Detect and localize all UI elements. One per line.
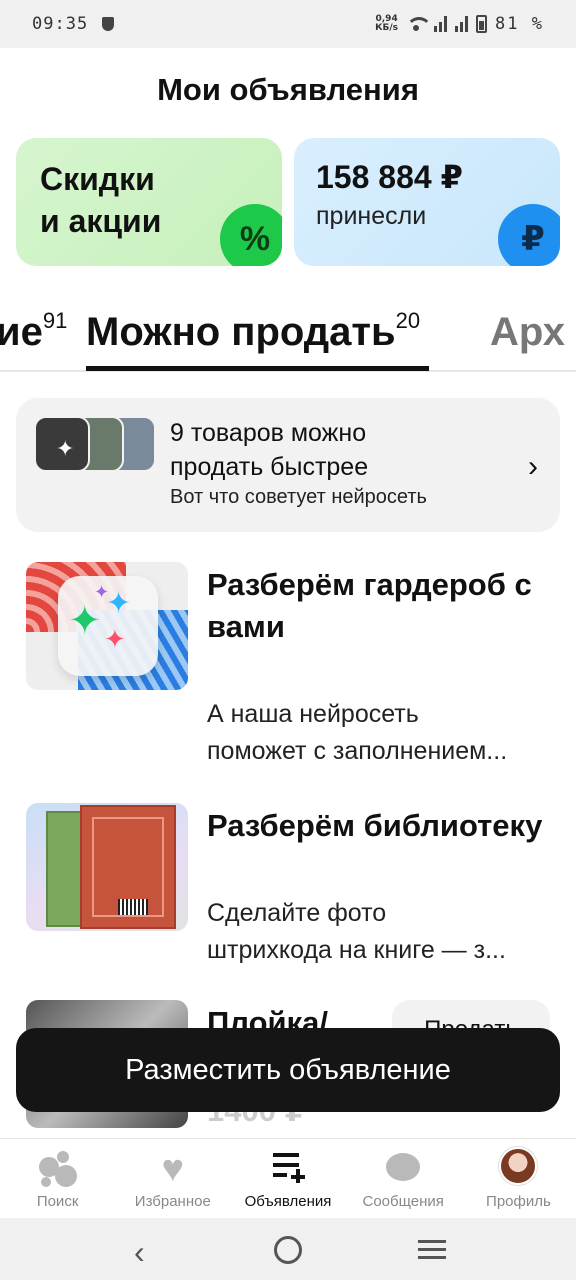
- status-time: 09:35: [32, 14, 89, 34]
- nav-search[interactable]: Поиск: [0, 1139, 115, 1218]
- item-title: Разберём библиотеку: [207, 808, 543, 843]
- tip-subtitle: Вот что советует нейросеть: [170, 486, 427, 508]
- battery-icon: [476, 15, 488, 33]
- recent-apps-icon[interactable]: [418, 1240, 446, 1260]
- sparkle-icon: ✦: [68, 599, 102, 643]
- earnings-card[interactable]: 158 884 ₽ принесли продажи ₽: [294, 138, 560, 266]
- sparkle-icon: ✦: [106, 587, 132, 620]
- active-tab-indicator: [86, 366, 429, 371]
- post-ad-button[interactable]: Разместить объявление: [16, 1028, 560, 1112]
- percent-icon: %: [220, 204, 282, 266]
- bottom-nav: Поиск ♥ Избранное Объявления Сообщения П…: [0, 1138, 576, 1218]
- item-description: Сделайте фото штрихкода на книге — з...: [207, 899, 506, 964]
- library-image: [26, 803, 188, 931]
- ads-list-icon: [269, 1151, 307, 1187]
- page-title: Мои объявления: [157, 72, 419, 107]
- back-icon[interactable]: ‹: [134, 1234, 145, 1271]
- network-speed: 0,94 КБ/s: [375, 14, 399, 33]
- product-thumbnails: ✦: [34, 416, 156, 472]
- chevron-right-icon: ›: [528, 450, 538, 483]
- tab-previous[interactable]: ие91: [0, 308, 67, 355]
- signal-icon: [434, 16, 448, 32]
- battery-percent: 81 %: [495, 14, 544, 34]
- tab-can-sell[interactable]: Можно продать20: [86, 308, 420, 355]
- discounts-text: Скидки и акции: [40, 161, 162, 239]
- nav-favorites[interactable]: ♥ Избранное: [115, 1139, 230, 1218]
- nav-messages[interactable]: Сообщения: [346, 1139, 461, 1218]
- wifi-icon: [406, 17, 433, 31]
- tab-archive[interactable]: Арх: [490, 310, 565, 355]
- avatar: [499, 1147, 538, 1185]
- wardrobe-image: ✦ ✦ ✦ ✦: [26, 562, 188, 690]
- nav-profile[interactable]: Профиль: [461, 1139, 576, 1218]
- status-bar: 09:35 0,94 КБ/s 81 %: [0, 0, 576, 48]
- earnings-amount: 158 884 ₽: [316, 159, 463, 195]
- nav-ads[interactable]: Объявления: [230, 1139, 345, 1218]
- search-dots-icon: [38, 1151, 77, 1187]
- sparkle-icon: ✦: [56, 436, 75, 461]
- item-description: А наша нейросеть поможет с заполнением..…: [207, 700, 508, 765]
- barcode-icon: [118, 899, 148, 915]
- ruble-icon: ₽: [498, 204, 560, 266]
- home-icon[interactable]: [274, 1236, 302, 1264]
- shield-icon: [102, 17, 115, 31]
- ai-tip-card[interactable]: ✦ 9 товаров можно продать быстрее Вот чт…: [16, 398, 560, 532]
- signal-icon-2: [455, 16, 469, 32]
- tabs-bar: ие91 Можно продать20 Арх: [0, 300, 576, 372]
- system-nav-bar: ‹: [0, 1218, 576, 1280]
- item-title: Разберём гардероб с вами: [207, 567, 532, 644]
- tip-title: 9 товаров можно продать быстрее: [170, 419, 369, 481]
- chat-icon: [384, 1151, 422, 1187]
- sparkle-icon: ✦: [94, 582, 110, 602]
- discounts-card[interactable]: Скидки и акции %: [16, 138, 282, 266]
- earnings-caption: принесли продажи: [316, 202, 427, 240]
- heart-icon: ♥: [161, 1148, 185, 1190]
- sparkle-icon: ✦: [104, 624, 126, 654]
